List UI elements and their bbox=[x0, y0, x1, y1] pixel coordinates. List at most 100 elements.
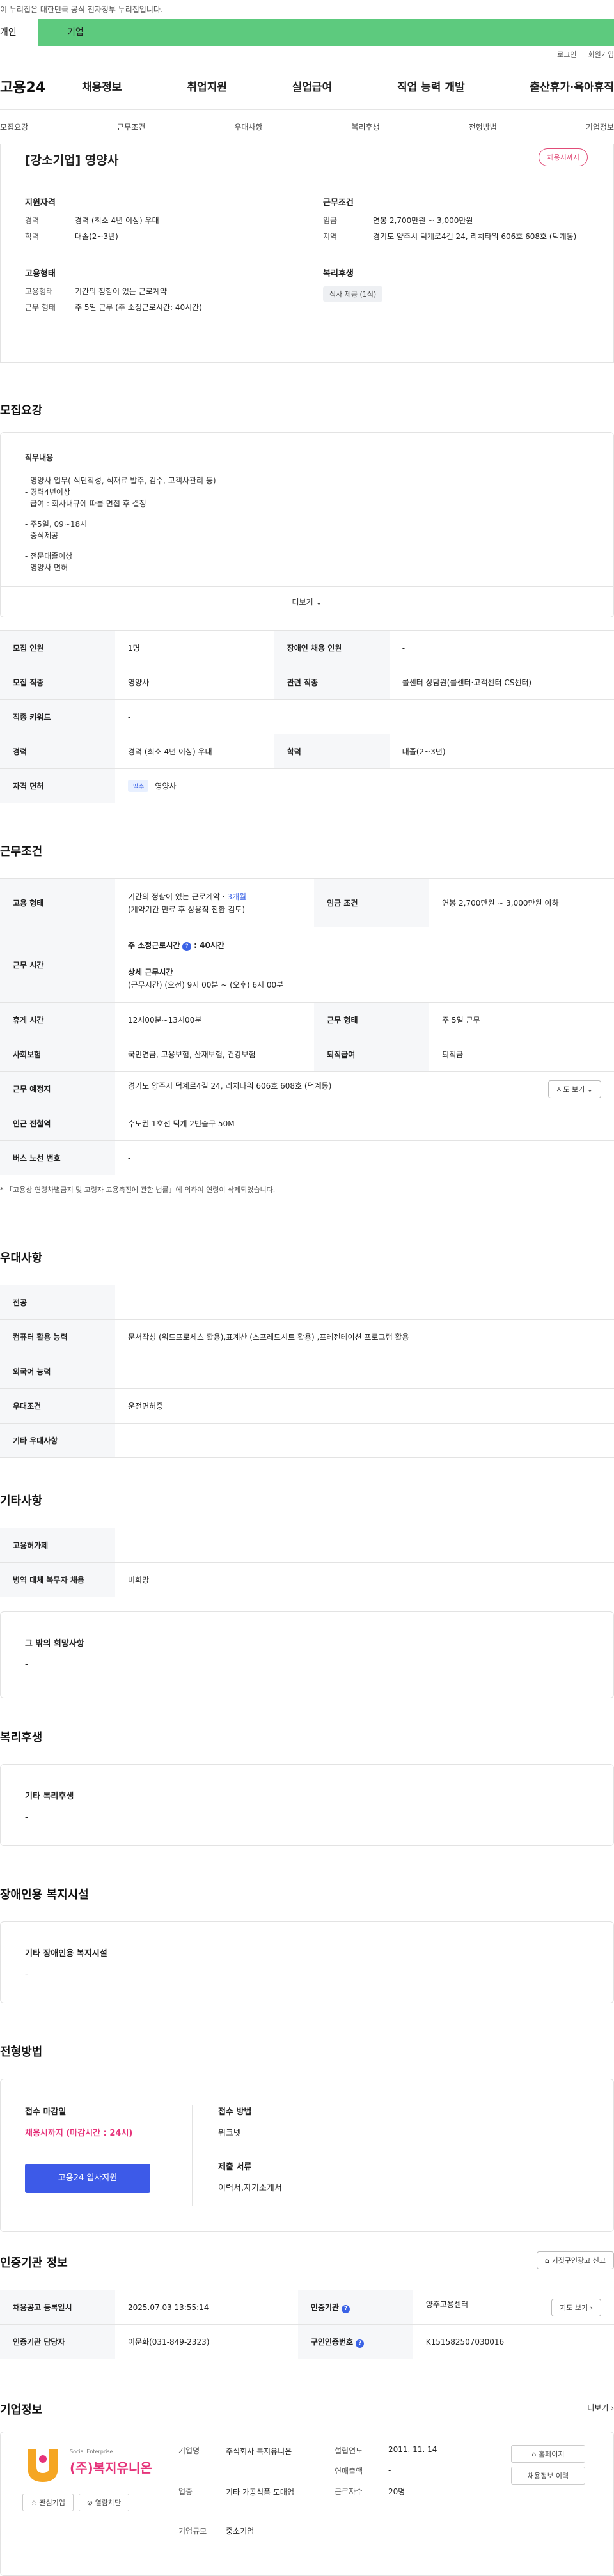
condition-section: 근무조건 고용 형태 기간의 정함이 있는 근로계약 · 3개월 (계약기간 만료… bbox=[0, 842, 614, 1195]
apply-button[interactable]: 고용24 입사지원 bbox=[25, 2164, 150, 2193]
edu-value: 대졸(2~3년) bbox=[75, 232, 118, 241]
table-row: 외국어 능력 - bbox=[0, 1354, 614, 1389]
subnav-item[interactable]: 모집요강 bbox=[0, 121, 28, 132]
retirement-label: 퇴직급여 bbox=[314, 1037, 430, 1072]
welfare-value: - bbox=[25, 1813, 28, 1822]
more-label: 더보기 bbox=[292, 598, 313, 607]
info-icon[interactable]: ? bbox=[182, 942, 192, 951]
desc-line: - 영양사 업무( 식단작성, 식재료 발주, 검수, 고객사관리 등) bbox=[25, 476, 216, 485]
map-view-button[interactable]: 지도 보기 ⌄ bbox=[548, 1080, 601, 1098]
site-logo[interactable]: 고용24 bbox=[0, 76, 82, 97]
subnav-item[interactable]: 전형방법 bbox=[469, 121, 497, 132]
report-label: 거짓구인광고 신고 bbox=[551, 2256, 606, 2265]
gov-notice-bar: 이 누리집은 대한민국 공식 전자정부 누리집입니다. bbox=[0, 0, 614, 19]
table-row: 휴게 시간 12시00분~13시00분 근무 형태 주 5일 근무 bbox=[0, 1002, 614, 1037]
table-row: 경력 경력 (최소 4년 이상) 우대 학력 대졸(2~3년) bbox=[0, 734, 614, 769]
utility-links: 로그인 회원가입 bbox=[0, 46, 614, 63]
favorite-company-button[interactable]: ☆ 관심기업 bbox=[22, 2494, 74, 2511]
insurance-label: 사회보험 bbox=[0, 1037, 115, 1072]
gnb-item[interactable]: 취업지원 bbox=[187, 78, 227, 94]
etc-title: 기타사항 bbox=[0, 1494, 43, 1508]
gnb-item[interactable]: 직업 능력 개발 bbox=[397, 78, 465, 94]
name-label: 기업명 bbox=[178, 2446, 200, 2455]
history-label: 채용정보 이력 bbox=[511, 2467, 585, 2485]
homepage-button[interactable]: ⌂ 홈페이지 bbox=[511, 2445, 585, 2463]
pc-value: 문서작성 (워드프로세스 활용),표계산 (스프레드시트 활용) ,프레젠테이션… bbox=[115, 1319, 614, 1354]
status-badge: 채용시까지 bbox=[539, 148, 588, 166]
org-title: 인증기관 정보 bbox=[0, 2256, 68, 2270]
employment-block: 고용형태 고용형태 기간의 정함이 있는 근로계약 근무 형태 주 5일 근무 (주… bbox=[25, 267, 297, 318]
tab-company[interactable]: 기업 bbox=[38, 19, 614, 46]
desc-line: - 경력4년이상 bbox=[25, 488, 70, 497]
lang-label: 외국어 능력 bbox=[0, 1354, 115, 1389]
emp-value: 기간의 정함이 있는 근로계약 · bbox=[128, 892, 228, 901]
disabled-title: 장애인용 복지시설 bbox=[0, 1888, 89, 1902]
subway-value: 수도권 1호선 덕계 2번출구 50M bbox=[115, 1106, 614, 1141]
tab-personal[interactable]: 개인 bbox=[0, 19, 38, 46]
welfare-title: 복리후생 bbox=[0, 1731, 43, 1744]
company-title: 기업정보 bbox=[0, 2403, 43, 2417]
desc-line: - 급여 : 회사내규에 따름 면접 후 결정 bbox=[25, 499, 146, 508]
welfare-section: 복리후생 기타 복리후생 - bbox=[0, 1728, 614, 1846]
org-map-label: 지도 보기 bbox=[560, 2303, 588, 2312]
apply-box: 접수 마감일 채용시까지 (마감시간 : 24시) 고용24 입사지원 접수 방… bbox=[0, 2079, 614, 2232]
apply-title: 전형방법 bbox=[0, 2045, 43, 2059]
chevron-right-icon: › bbox=[611, 2403, 614, 2412]
deadline-value: 채용시까지 (마감시간 : 24시) bbox=[25, 2129, 133, 2138]
history-button[interactable]: 채용정보 이력 bbox=[511, 2467, 585, 2485]
desc-line: - 전문대졸이상 bbox=[25, 552, 73, 561]
company-more-link[interactable]: 더보기 › bbox=[587, 2402, 614, 2413]
info-icon[interactable]: ? bbox=[356, 2339, 365, 2348]
inst-value: 양주고용센터 bbox=[425, 2299, 469, 2309]
subnav-item[interactable]: 복리후생 bbox=[351, 121, 379, 132]
insurance-value: 국민연금, 고용보험, 산재보험, 건강보험 bbox=[115, 1037, 315, 1072]
org-map-button[interactable]: 지도 보기 › bbox=[551, 2298, 601, 2316]
military-label: 병역 대체 복무자 채용 bbox=[0, 1562, 115, 1597]
career-label: 경력 bbox=[25, 216, 40, 225]
gnb-item[interactable]: 채용정보 bbox=[82, 78, 122, 94]
major-label: 전공 bbox=[0, 1285, 115, 1320]
edu-label: 학력 bbox=[25, 232, 40, 241]
sales-value: - bbox=[388, 2465, 391, 2474]
est-value: 2011. 11. 14 bbox=[388, 2445, 437, 2454]
deadline-heading: 접수 마감일 bbox=[25, 2107, 67, 2117]
table-row: 근무 예정지 경기도 양주시 덕계로4길 24, 리치타워 606호 608호 … bbox=[0, 1071, 614, 1106]
homepage-label: 홈페이지 bbox=[539, 2450, 565, 2458]
signup-link[interactable]: 회원가입 bbox=[588, 49, 614, 59]
license-cell: 필수 영양사 bbox=[115, 768, 614, 803]
military-value: 비희망 bbox=[115, 1562, 614, 1597]
disabled-section: 장애인용 복지시설 기타 장애인용 복지시설 - bbox=[0, 1886, 614, 2003]
form-value: 주 5일 근무 bbox=[429, 1002, 614, 1037]
block-view-button[interactable]: ⊘ 열람차단 bbox=[78, 2494, 130, 2511]
condition-table: 고용 형태 기간의 정함이 있는 근로계약 · 3개월 (계약기간 만료 후 상용… bbox=[0, 878, 614, 1175]
login-link[interactable]: 로그인 bbox=[557, 49, 576, 59]
wage-value: 연봉 2,700만원 ~ 3,000만원 bbox=[373, 216, 473, 225]
home-icon: ⌂ bbox=[545, 2256, 550, 2265]
subnav-item[interactable]: 우대사항 bbox=[234, 121, 262, 132]
welfare-block: 복리후생 식사 제공 (1식) bbox=[323, 267, 595, 318]
area-label: 지역 bbox=[323, 232, 338, 241]
subnav-item[interactable]: 근무조건 bbox=[117, 121, 145, 132]
info-icon[interactable]: ? bbox=[342, 2304, 350, 2313]
gov-notice-text: 이 누리집은 대한민국 공식 전자정부 누리집입니다. bbox=[0, 5, 163, 14]
career-value: 경력 (최소 4년 이상) 우대 bbox=[75, 216, 159, 225]
gnb-item[interactable]: 출산휴가·육아휴직 bbox=[530, 78, 614, 94]
disabled-label: 장애인 채용 인원 bbox=[274, 630, 390, 665]
other-wishes-heading: 그 밖의 희망사항 bbox=[25, 1639, 84, 1649]
preference-title: 우대사항 bbox=[0, 1252, 43, 1265]
place-cell: 경기도 양주시 덕계로4길 24, 리치타워 606호 608호 (덕계동) 지도… bbox=[115, 1071, 614, 1106]
table-row: 모집 인원 1명 장애인 채용 인원 - bbox=[0, 630, 614, 665]
place-value: 경기도 양주시 덕계로4길 24, 리치타워 606호 608호 (덕계동) bbox=[128, 1081, 332, 1090]
detail-hours-label: 상세 근무시간 bbox=[128, 967, 173, 977]
subnav-item[interactable]: 기업정보 bbox=[586, 121, 614, 132]
more-button[interactable]: 더보기 ⌄ bbox=[1, 586, 613, 617]
work-form-label: 근무 형태 bbox=[25, 303, 56, 312]
welfare-heading: 기타 복리후생 bbox=[25, 1792, 74, 1801]
time-cell: 주 소정근로시간 ? : 40시간 상세 근무시간 (근무시간) (오전) 9시… bbox=[115, 927, 614, 1003]
hire-permit-value: - bbox=[115, 1528, 614, 1563]
gnb-item[interactable]: 실업급여 bbox=[292, 78, 333, 94]
company-section: 기업정보 더보기 › Social Enterprise (주)복지유니온 ☆ … bbox=[0, 2401, 614, 2576]
report-button[interactable]: ⌂ 거짓구인광고 신고 bbox=[537, 2251, 614, 2269]
table-row: 인근 전철역 수도권 1호선 덕계 2번출구 50M bbox=[0, 1106, 614, 1141]
weekly-hours-label: 주 소정근로시간 bbox=[128, 940, 180, 950]
